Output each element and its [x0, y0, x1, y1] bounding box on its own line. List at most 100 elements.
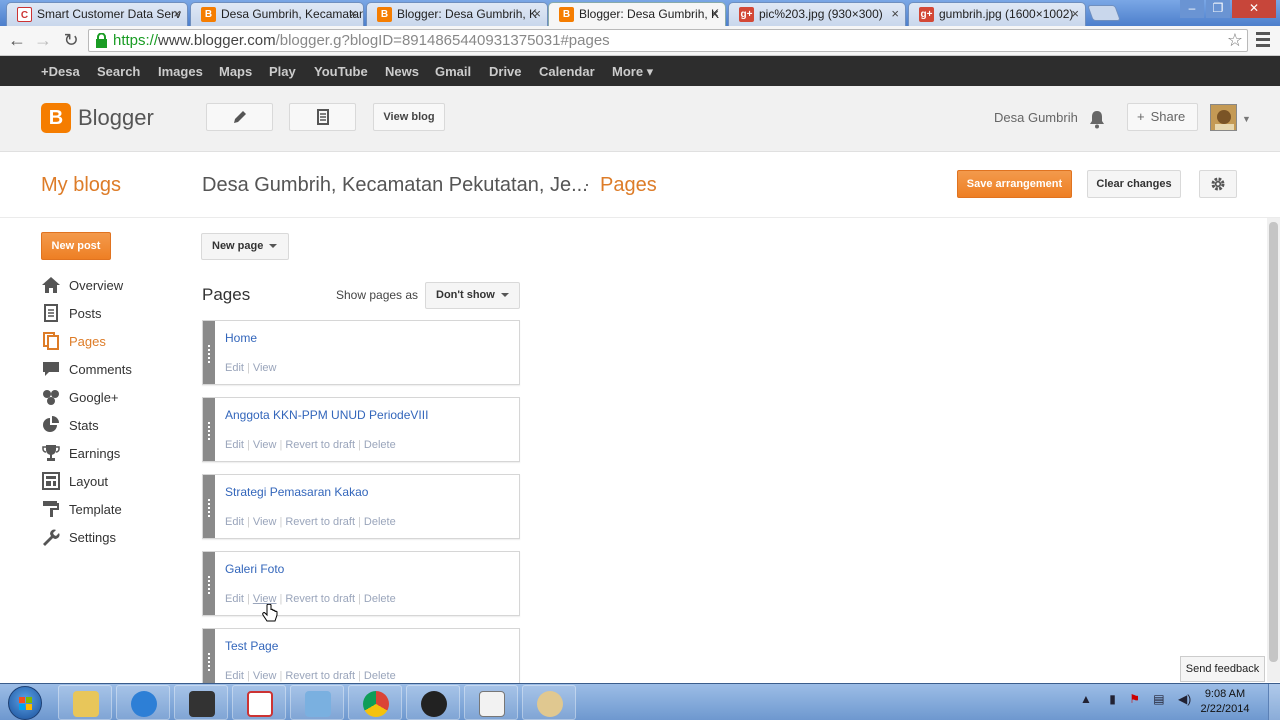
drag-handle[interactable] — [203, 321, 215, 384]
edit-link[interactable]: Edit — [225, 516, 244, 528]
sidebar-item-pages[interactable]: Pages — [41, 332, 181, 354]
avatar[interactable] — [1210, 104, 1237, 131]
new-post-pencil-button[interactable] — [206, 103, 273, 131]
drag-handle[interactable] — [203, 475, 215, 538]
taskbar-paint[interactable] — [522, 685, 576, 720]
browser-tab[interactable]: B Blogger: Desa Gumbrih, K × — [366, 2, 548, 26]
taskbar-internet-explorer[interactable] — [116, 685, 170, 720]
browser-tab[interactable]: g+ pic%203.jpg (930×300) × — [728, 2, 906, 26]
close-tab-icon[interactable]: × — [533, 6, 541, 21]
sidebar-item-google-plus[interactable]: Google+ — [41, 388, 181, 410]
share-button[interactable]: + Share — [1127, 103, 1198, 131]
view-posts-button[interactable] — [289, 103, 356, 131]
view-link[interactable]: View — [253, 670, 277, 682]
browser-menu-icon[interactable] — [1256, 32, 1270, 48]
gbar-item-maps[interactable]: Maps — [219, 64, 252, 79]
account-username[interactable]: Desa Gumbrih — [994, 110, 1078, 125]
page-title-link[interactable]: Test Page — [225, 639, 278, 653]
gbar-item-youtube[interactable]: YouTube — [314, 64, 368, 79]
taskbar-app[interactable] — [232, 685, 286, 720]
new-page-button[interactable]: New page — [201, 233, 289, 260]
gbar-item-more[interactable]: More ▾ — [612, 64, 653, 80]
page-list-item[interactable]: Home Edit | View — [202, 320, 520, 385]
save-arrangement-button[interactable]: Save arrangement — [957, 170, 1072, 198]
show-hidden-icons-icon[interactable]: ▲ — [1080, 692, 1092, 706]
volume-icon[interactable]: ◀) — [1178, 692, 1191, 706]
start-button[interactable] — [8, 686, 42, 720]
revert-to-draft-link[interactable]: Revert to draft — [285, 439, 355, 451]
back-arrow-icon[interactable]: ← — [6, 30, 28, 52]
sidebar-item-posts[interactable]: Posts — [41, 304, 181, 326]
clear-changes-button[interactable]: Clear changes — [1087, 170, 1181, 198]
browser-tab[interactable]: C Smart Customer Data Serv × — [6, 2, 188, 26]
gbar-item-images[interactable]: Images — [158, 64, 203, 79]
notification-bell-icon[interactable] — [1088, 109, 1106, 129]
minimize-window-button[interactable]: – — [1180, 0, 1204, 18]
sidebar-item-earnings[interactable]: Earnings — [41, 444, 181, 466]
new-post-button[interactable]: New post — [41, 232, 111, 260]
scrollbar-thumb[interactable] — [1269, 222, 1278, 662]
taskbar-obs[interactable] — [406, 685, 460, 720]
delete-link[interactable]: Delete — [364, 593, 396, 605]
page-list-item[interactable]: Anggota KKN-PPM UNUD PeriodeVIII Edit | Vi… — [202, 397, 520, 462]
close-tab-icon[interactable]: × — [891, 6, 899, 21]
taskbar-explorer[interactable] — [58, 685, 112, 720]
chevron-down-icon[interactable]: ▼ — [1242, 114, 1251, 124]
view-link[interactable]: View — [253, 439, 277, 451]
close-tab-icon[interactable]: × — [711, 6, 719, 21]
gbar-item-gmail[interactable]: Gmail — [435, 64, 471, 79]
network-icon[interactable]: ▤ — [1153, 692, 1164, 706]
battery-icon[interactable]: ▮ — [1109, 692, 1116, 706]
drag-handle[interactable] — [203, 552, 215, 615]
browser-tab[interactable]: g+ gumbrih.jpg (1600×1002) × — [908, 2, 1086, 26]
taskbar-control-panel[interactable] — [290, 685, 344, 720]
taskbar-document[interactable] — [464, 685, 518, 720]
view-link[interactable]: View — [253, 516, 277, 528]
edit-link[interactable]: Edit — [225, 439, 244, 451]
revert-to-draft-link[interactable]: Revert to draft — [285, 593, 355, 605]
bookmark-star-icon[interactable]: ☆ — [1227, 30, 1243, 51]
blogger-logo-icon[interactable]: B — [41, 103, 71, 133]
show-desktop-button[interactable] — [1268, 684, 1280, 720]
delete-link[interactable]: Delete — [364, 670, 396, 682]
taskbar-clock[interactable]: 9:08 AM 2/22/2014 — [1195, 687, 1255, 717]
blogger-logo-text[interactable]: Blogger — [78, 105, 154, 131]
address-bar[interactable]: https://www.blogger.com/blogger.g?blogID… — [88, 29, 1248, 52]
sidebar-item-settings[interactable]: Settings — [41, 528, 181, 550]
delete-link[interactable]: Delete — [364, 516, 396, 528]
revert-to-draft-link[interactable]: Revert to draft — [285, 516, 355, 528]
edit-link[interactable]: Edit — [225, 593, 244, 605]
my-blogs-link[interactable]: My blogs — [41, 174, 121, 197]
browser-tab[interactable]: B Desa Gumbrih, Kecamatan × — [190, 2, 364, 26]
close-tab-icon[interactable]: × — [349, 6, 357, 21]
page-list-item[interactable]: Galeri Foto Edit | View | Revert to draft | De… — [202, 551, 520, 616]
settings-button[interactable] — [1199, 170, 1237, 198]
page-title-link[interactable]: Anggota KKN-PPM UNUD PeriodeVIII — [225, 408, 428, 422]
gbar-item-news[interactable]: News — [385, 64, 419, 79]
edit-link[interactable]: Edit — [225, 362, 244, 374]
sidebar-item-stats[interactable]: Stats — [41, 416, 181, 438]
gbar-item-search[interactable]: Search — [97, 64, 140, 79]
send-feedback-button[interactable]: Send feedback — [1180, 656, 1265, 682]
gbar-item-calendar[interactable]: Calendar — [539, 64, 595, 79]
revert-to-draft-link[interactable]: Revert to draft — [285, 670, 355, 682]
maximize-window-button[interactable]: ❐ — [1206, 0, 1230, 18]
page-title-link[interactable]: Home — [225, 331, 257, 345]
close-window-button[interactable]: ✕ — [1232, 0, 1276, 18]
delete-link[interactable]: Delete — [364, 439, 396, 451]
drag-handle[interactable] — [203, 398, 215, 461]
show-pages-as-dropdown[interactable]: Don't show — [425, 282, 520, 309]
page-list-item[interactable]: Strategi Pemasaran Kakao Edit | View | Rever… — [202, 474, 520, 539]
browser-tab-active[interactable]: B Blogger: Desa Gumbrih, K × — [548, 2, 726, 26]
gbar-item-play[interactable]: Play — [269, 64, 296, 79]
blog-title-selector[interactable]: Desa Gumbrih, Kecamatan Pekutatan, Je... — [202, 174, 588, 197]
action-center-flag-icon[interactable]: ⚑ — [1129, 692, 1140, 706]
gbar-item-drive[interactable]: Drive — [489, 64, 522, 79]
sidebar-item-template[interactable]: Template — [41, 500, 181, 522]
new-tab-button[interactable] — [1087, 5, 1121, 21]
taskbar-media-player[interactable] — [174, 685, 228, 720]
sidebar-item-overview[interactable]: Overview — [41, 276, 181, 298]
page-title-link[interactable]: Strategi Pemasaran Kakao — [225, 485, 368, 499]
forward-arrow-icon[interactable]: → — [32, 30, 54, 52]
reload-icon[interactable]: ↻ — [60, 30, 82, 52]
